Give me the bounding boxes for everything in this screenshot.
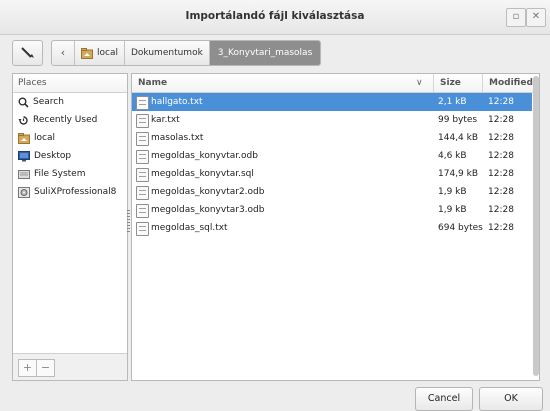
places-header: Places [13, 74, 127, 93]
place-file-system[interactable]: File System [13, 165, 127, 183]
database-file-icon [136, 150, 149, 164]
minimize-button[interactable]: ▫ [506, 8, 526, 27]
place-local[interactable]: local [13, 129, 127, 147]
search-icon [18, 97, 29, 108]
disc-icon [18, 186, 30, 198]
file-modified: 12:28 [488, 115, 514, 125]
ok-button[interactable]: OK [479, 387, 543, 411]
file-row[interactable]: megoldas_sql.txt 694 bytes 12:28 [132, 219, 532, 237]
column-size-header[interactable]: Size [433, 74, 461, 92]
file-modified: 12:28 [488, 133, 514, 143]
path-bar: ‹ local Dokumentumok 3_Konyvtari_masolas [51, 40, 322, 66]
file-name: masolas.txt [151, 133, 204, 143]
file-name: kar.txt [151, 115, 180, 125]
file-size: 99 bytes [438, 115, 478, 125]
remove-bookmark-button[interactable]: − [36, 359, 55, 377]
place-label: File System [34, 169, 86, 179]
places-footer: + − [13, 353, 127, 380]
file-modified: 12:28 [488, 151, 514, 161]
path-segment-local[interactable]: local [75, 41, 125, 65]
text-file-icon [136, 222, 149, 236]
file-row[interactable]: megoldas_konyvtar.odb 4,6 kB 12:28 [132, 147, 532, 165]
places-sidebar: Places Search Recently Used local Deskto… [12, 73, 128, 381]
add-bookmark-button[interactable]: + [18, 359, 37, 377]
place-label: Recently Used [33, 115, 98, 125]
file-size: 694 bytes [438, 223, 483, 233]
file-list-header: Name ∨ Size Modified [132, 74, 539, 93]
file-size: 2,1 kB [438, 97, 467, 107]
sort-chevron-icon[interactable]: ∨ [416, 74, 423, 92]
file-modified: 12:28 [488, 169, 514, 179]
database-file-icon [136, 204, 149, 218]
file-row[interactable]: hallgato.txt 2,1 kB 12:28 [132, 93, 532, 111]
place-label: SuliXProfessional8 [34, 187, 117, 197]
file-name: hallgato.txt [151, 97, 203, 107]
column-name-header[interactable]: Name [138, 74, 167, 92]
home-folder-icon [18, 132, 30, 144]
path-segment-dokumentumok[interactable]: Dokumentumok [125, 41, 210, 65]
file-modified: 12:28 [488, 97, 514, 107]
file-modified: 12:28 [488, 187, 514, 197]
chevron-left-icon: ‹ [60, 46, 66, 59]
clock-icon [18, 115, 28, 125]
place-label: local [34, 133, 55, 143]
file-row[interactable]: megoldas_konyvtar.sql 174,9 kB 12:28 [132, 165, 532, 183]
file-row[interactable]: megoldas_konyvtar2.odb 1,9 kB 12:28 [132, 183, 532, 201]
pane-resize-handle[interactable] [127, 210, 130, 232]
file-row[interactable]: kar.txt 99 bytes 12:28 [132, 111, 532, 129]
file-name: megoldas_konyvtar2.odb [151, 187, 265, 197]
text-file-icon [136, 114, 149, 128]
home-folder-icon [81, 47, 93, 59]
path-back-button[interactable]: ‹ [52, 41, 75, 65]
place-desktop[interactable]: Desktop [13, 147, 127, 165]
place-recently-used[interactable]: Recently Used [13, 111, 127, 129]
text-file-icon [136, 96, 149, 110]
drive-icon [18, 169, 30, 179]
file-name: megoldas_konyvtar3.odb [151, 205, 265, 215]
desktop-icon [18, 150, 30, 161]
database-file-icon [136, 186, 149, 200]
path-segment-current[interactable]: 3_Konyvtari_masolas [209, 41, 321, 65]
file-name: megoldas_konyvtar.sql [151, 169, 254, 179]
file-modified: 12:28 [488, 205, 514, 215]
vertical-scrollbar[interactable] [533, 76, 539, 376]
pencil-icon [21, 47, 34, 58]
place-search[interactable]: Search [13, 93, 127, 111]
close-button[interactable]: ✕ [526, 8, 546, 27]
file-row[interactable]: megoldas_konyvtar3.odb 1,9 kB 12:28 [132, 201, 532, 219]
place-label: Desktop [34, 151, 72, 161]
place-label: Search [33, 97, 64, 107]
text-file-icon [136, 168, 149, 182]
cancel-button[interactable]: Cancel [415, 387, 473, 411]
file-row[interactable]: masolas.txt 144,4 kB 12:28 [132, 129, 532, 147]
place-sulixprofessional8[interactable]: SuliXProfessional8 [13, 183, 127, 201]
title-bar: Importálandó fájl kiválasztása ▫ ✕ [0, 0, 550, 35]
path-segment-label: 3_Konyvtari_masolas [217, 48, 313, 58]
file-size: 144,4 kB [438, 133, 479, 143]
text-file-icon [136, 132, 149, 146]
file-modified: 12:28 [488, 223, 514, 233]
window-title: Importálandó fájl kiválasztása [185, 10, 365, 22]
file-name: megoldas_konyvtar.odb [151, 151, 258, 161]
file-name: megoldas_sql.txt [151, 223, 228, 233]
file-size: 174,9 kB [438, 169, 479, 179]
file-size: 4,6 kB [438, 151, 467, 161]
file-list: Name ∨ Size Modified hallgato.txt 2,1 kB… [131, 73, 540, 381]
path-segment-label: local [97, 48, 118, 58]
file-size: 1,9 kB [438, 187, 467, 197]
path-segment-label: Dokumentumok [130, 48, 203, 58]
file-size: 1,9 kB [438, 205, 467, 215]
edit-location-button[interactable] [12, 40, 43, 66]
column-modified-header[interactable]: Modified [482, 74, 533, 92]
